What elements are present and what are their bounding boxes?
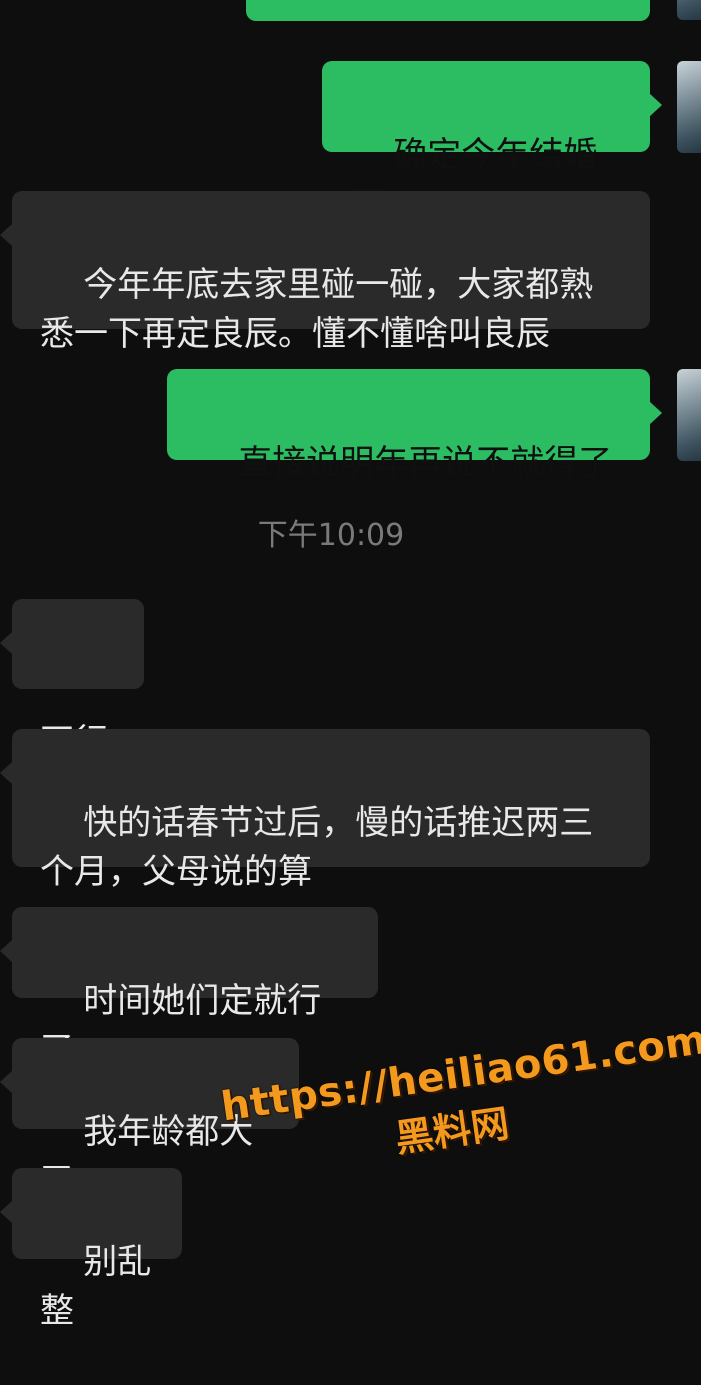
- chat-thread[interactable]: 确定今年结婚吗 今年年底去家里碰一碰，大家都熟悉一下再定良辰。懂不懂啥叫良辰 直…: [0, 0, 701, 1331]
- message-bubble-incoming[interactable]: 别乱整: [0, 1168, 182, 1331]
- message-bubble-incoming[interactable]: 不行: [0, 599, 144, 762]
- message-bubble-incoming[interactable]: 快的话春节过后，慢的话推迟两三个月，父母说的算: [0, 729, 650, 892]
- message-bubble-incoming[interactable]: 今年年底去家里碰一碰，大家都熟悉一下再定良辰。懂不懂啥叫良辰: [0, 191, 650, 354]
- message-bubble-incoming[interactable]: 时间她们定就行了: [0, 907, 378, 1070]
- message-text: 快的话春节过后，慢的话推迟两三个月，父母说的算: [40, 803, 594, 892]
- message-text: 直接说明年再说不就得了: [238, 443, 613, 483]
- message-bubble-outgoing[interactable]: [246, 0, 650, 21]
- avatar[interactable]: [677, 61, 701, 153]
- message-text: 今年年底去家里碰一碰，大家都熟悉一下再定良辰。懂不懂啥叫良辰: [40, 265, 594, 354]
- avatar[interactable]: [677, 0, 701, 20]
- message-text: 别乱整: [40, 1242, 152, 1331]
- message-bubble-outgoing[interactable]: 直接说明年再说不就得了: [167, 369, 662, 483]
- avatar[interactable]: [677, 369, 701, 461]
- message-bubble-outgoing[interactable]: 确定今年结婚吗: [322, 61, 662, 224]
- timestamp: 下午10:09: [257, 518, 405, 553]
